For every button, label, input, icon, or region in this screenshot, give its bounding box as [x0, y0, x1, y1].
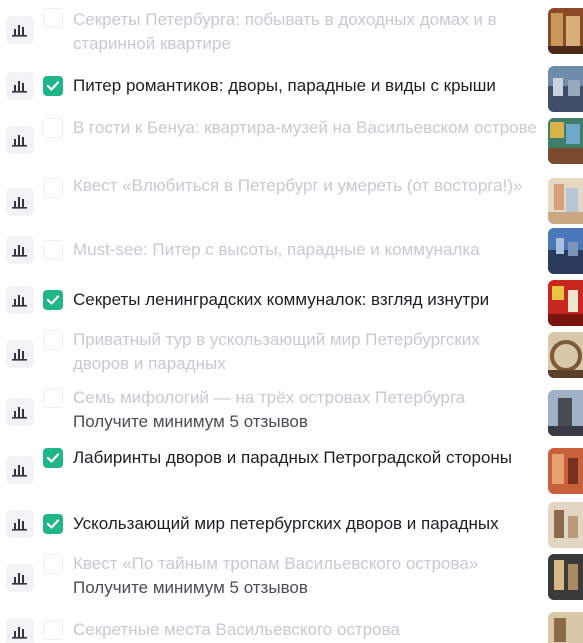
bar-chart-icon	[12, 519, 27, 531]
check-icon	[47, 81, 59, 91]
tour-row: В гости к Бенуа: квартира-музей на Васил…	[0, 112, 583, 170]
stats-button[interactable]	[6, 286, 34, 314]
tour-checkbox[interactable]	[43, 330, 63, 350]
bar-chart-icon	[12, 81, 27, 93]
tour-title: В гости к Бенуа: квартира-музей на Васил…	[73, 118, 537, 137]
tour-row: Приватный тур в ускользающий мир Петербу…	[0, 326, 583, 382]
bar-chart-icon	[12, 349, 27, 361]
bar-chart-icon	[12, 135, 27, 147]
tour-row: Секреты Петербурга: побывать в доходных …	[0, 2, 583, 60]
tour-photo-thumbnail	[548, 502, 583, 548]
stats-button[interactable]	[6, 510, 34, 538]
tour-row: Лабиринты дворов и парадных Петроградско…	[0, 444, 583, 500]
tour-checkbox[interactable]	[43, 8, 63, 28]
tour-photo-thumbnail	[548, 332, 583, 378]
bar-chart-icon	[12, 25, 27, 37]
bar-chart-icon	[12, 245, 27, 257]
tour-title: Секретные места Васильевского острова	[73, 620, 400, 639]
bar-chart-icon	[12, 465, 27, 477]
stats-button[interactable]	[6, 126, 34, 154]
tour-photo-thumbnail	[548, 228, 583, 274]
bar-chart-icon	[12, 407, 27, 419]
tour-checkbox[interactable]	[43, 290, 63, 310]
tour-row: Питер романтиков: дворы, парадные и виды…	[0, 66, 583, 112]
tour-row: Квест «По тайным тропам Васильевского ос…	[0, 550, 583, 606]
tour-title: Секреты Петербурга: побывать в доходных …	[73, 10, 497, 53]
tour-checkbox[interactable]	[43, 620, 63, 640]
tour-checkbox[interactable]	[43, 76, 63, 96]
tour-title: Квест «Влюбиться в Петербург и умереть (…	[73, 176, 523, 195]
tour-photo-thumbnail	[548, 280, 583, 326]
tour-title: Must-see: Питер с высоты, парадные и ком…	[73, 240, 480, 259]
tour-checkbox[interactable]	[43, 514, 63, 534]
tour-row: Секретные места Васильевского острова	[0, 612, 583, 643]
reviews-requirement-note: Получите минимум 5 отзывов	[73, 578, 308, 597]
check-icon	[47, 295, 59, 305]
tour-photo-thumbnail	[548, 448, 583, 494]
tour-title: Приватный тур в ускользающий мир Петербу…	[73, 330, 480, 373]
tour-row: Квест «Влюбиться в Петербург и умереть (…	[0, 172, 583, 232]
stats-button[interactable]	[6, 340, 34, 368]
tour-photo-thumbnail	[548, 390, 583, 436]
tour-checkbox[interactable]	[43, 178, 63, 198]
tour-photo-thumbnail	[548, 118, 583, 164]
stats-button[interactable]	[6, 618, 34, 643]
stats-button[interactable]	[6, 564, 34, 592]
tour-checkbox[interactable]	[43, 388, 63, 408]
tour-title: Семь мифологий — на трёх островах Петерб…	[73, 386, 538, 434]
tour-title: Питер романтиков: дворы, парадные и виды…	[73, 76, 496, 95]
tour-row: Must-see: Питер с высоты, парадные и ком…	[0, 228, 583, 274]
stats-button[interactable]	[6, 16, 34, 44]
stats-button[interactable]	[6, 72, 34, 100]
tour-row: Семь мифологий — на трёх островах Петерб…	[0, 384, 583, 440]
tour-photo-thumbnail	[548, 554, 583, 600]
reviews-requirement-note: Получите минимум 5 отзывов	[73, 412, 308, 431]
stats-button[interactable]	[6, 456, 34, 484]
bar-chart-icon	[12, 197, 27, 209]
tour-title: Квест «По тайным тропам Васильевского ос…	[73, 552, 538, 600]
tour-checkbox[interactable]	[43, 240, 63, 260]
check-icon	[47, 453, 59, 463]
tour-title: Ускользающий мир петербургских дворов и …	[73, 514, 499, 533]
stats-button[interactable]	[6, 236, 34, 264]
tour-photo-thumbnail	[548, 612, 583, 643]
tour-checkbox[interactable]	[43, 448, 63, 468]
tour-title: Секреты ленинградских коммуналок: взгляд…	[73, 290, 490, 309]
tour-checkbox[interactable]	[43, 118, 63, 138]
tour-photo-thumbnail	[548, 178, 583, 224]
bar-chart-icon	[12, 295, 27, 307]
tour-photo-thumbnail	[548, 8, 583, 54]
tour-row: Секреты ленинградских коммуналок: взгляд…	[0, 280, 583, 326]
tour-photo-thumbnail	[548, 66, 583, 112]
tour-list: Секреты Петербурга: побывать в доходных …	[0, 0, 583, 643]
stats-button[interactable]	[6, 188, 34, 216]
bar-chart-icon	[12, 627, 27, 639]
bar-chart-icon	[12, 573, 27, 585]
tour-title: Лабиринты дворов и парадных Петроградско…	[73, 448, 513, 467]
tour-checkbox[interactable]	[43, 554, 63, 574]
tour-row: Ускользающий мир петербургских дворов и …	[0, 502, 583, 548]
stats-button[interactable]	[6, 398, 34, 426]
check-icon	[47, 519, 59, 529]
